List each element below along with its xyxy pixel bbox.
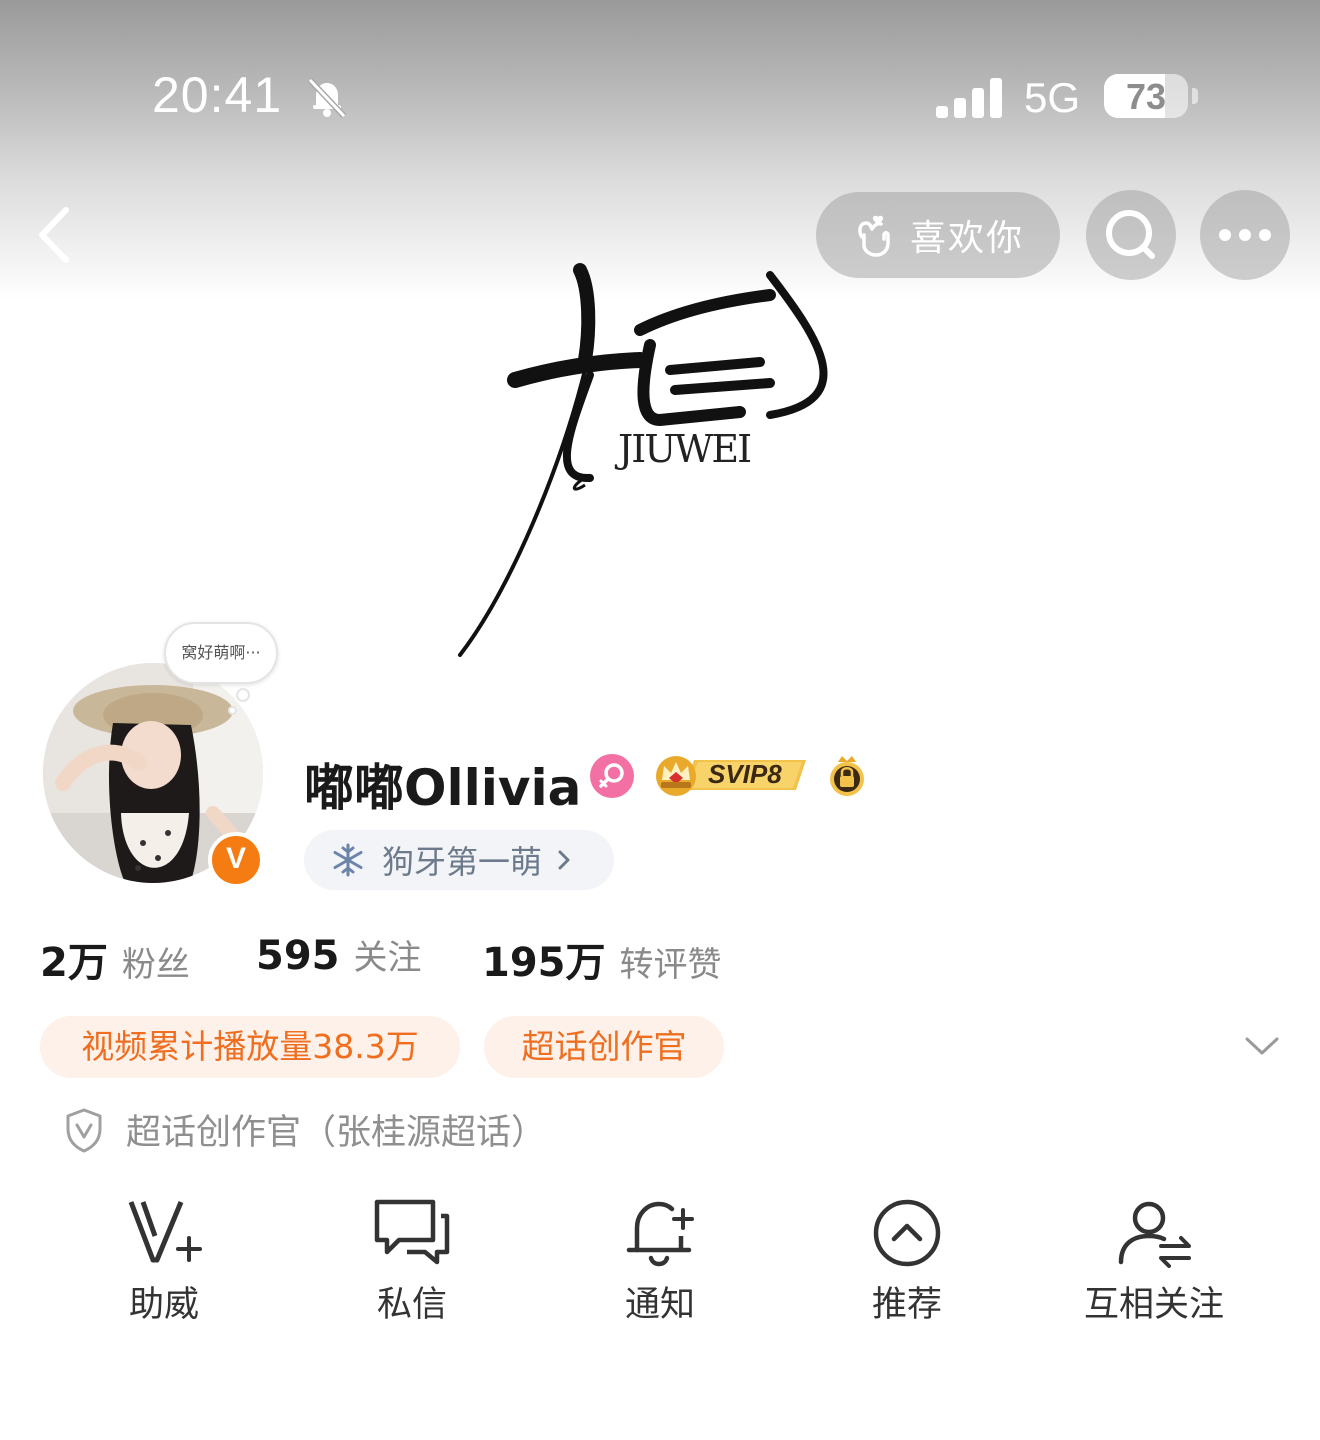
action-label: 私信 [376,1285,447,1325]
v-plus-icon [128,1201,202,1263]
action-message-button[interactable]: 私信 [322,1196,502,1327]
back-icon[interactable] [30,200,80,270]
action-label: 通知 [624,1285,695,1325]
user-swap-icon [1118,1201,1191,1268]
action-recommend-button[interactable]: 推荐 [817,1196,997,1327]
stat-value: 2万 [40,940,108,986]
stat-followers[interactable]: 2万 粉丝 [40,930,190,988]
fan-group-label: 狗牙第一萌 [382,843,543,881]
svg-text:JIUWEI: JIUWEI [614,427,750,471]
more-button[interactable] [1200,190,1290,280]
stat-value: 195万 [482,940,606,986]
signal-icon [936,78,1002,118]
like-you-label: 喜欢你 [910,218,1025,259]
action-cheer-button[interactable]: 助威 [74,1196,254,1327]
verified-badge: V [208,832,264,888]
bell-off-icon [307,77,347,119]
chevron-up-circle-icon [873,1199,941,1267]
bell-plus-icon [626,1201,694,1267]
snowflake-icon [333,843,363,877]
battery-level-text: 73 [1125,76,1167,117]
action-label: 互相关注 [1083,1285,1224,1325]
stat-value: 595 [256,933,340,979]
stat-following[interactable]: 595 关注 [256,930,422,979]
battery-indicator: 73 [1104,74,1188,118]
battery-tip [1192,88,1198,104]
action-label: 助威 [128,1285,199,1325]
action-label: 推荐 [871,1285,942,1325]
female-gender-icon [590,754,634,798]
tag-creator[interactable]: 超话创作官 [484,1016,724,1078]
action-mutual-follow-button[interactable]: 互相关注 [1064,1196,1244,1327]
action-notify-button[interactable]: 通知 [570,1196,750,1327]
stat-label: 关注 [353,938,422,978]
lock-bag-badge-icon[interactable] [824,752,870,798]
stat-label: 粉丝 [121,945,190,985]
fan-group-chip[interactable]: 狗牙第一萌 [304,830,614,890]
bubble-tail-small [228,706,237,715]
shield-icon [66,1108,102,1152]
user-name: 嘟嘟Ollivia [304,759,582,817]
search-icon [1106,210,1155,259]
tag-video-plays[interactable]: 视频累计播放量38.3万 [40,1016,460,1078]
bubble-tail-large [236,688,250,702]
search-button[interactable] [1086,190,1176,280]
avatar-status-bubble[interactable]: 窝好萌啊··· [164,622,278,684]
cover-calligraphy-image: JIUWEI [458,263,828,657]
chevron-down-icon[interactable] [1244,1034,1280,1058]
svip-level-label: SVIP8 [708,759,782,789]
stat-interactions[interactable]: 195万 转评赞 [482,930,722,988]
certification-text: 超话创作官（张桂源超话） [126,1113,547,1153]
stat-label: 转评赞 [619,945,722,985]
network-label: 5G [1024,74,1081,121]
certification-row[interactable]: 超话创作官（张桂源超话） [64,1104,546,1155]
more-dots-icon [1219,229,1271,241]
chevron-right-icon [558,850,570,870]
chat-icon [374,1199,450,1265]
status-time: 20:41 [152,67,283,123]
